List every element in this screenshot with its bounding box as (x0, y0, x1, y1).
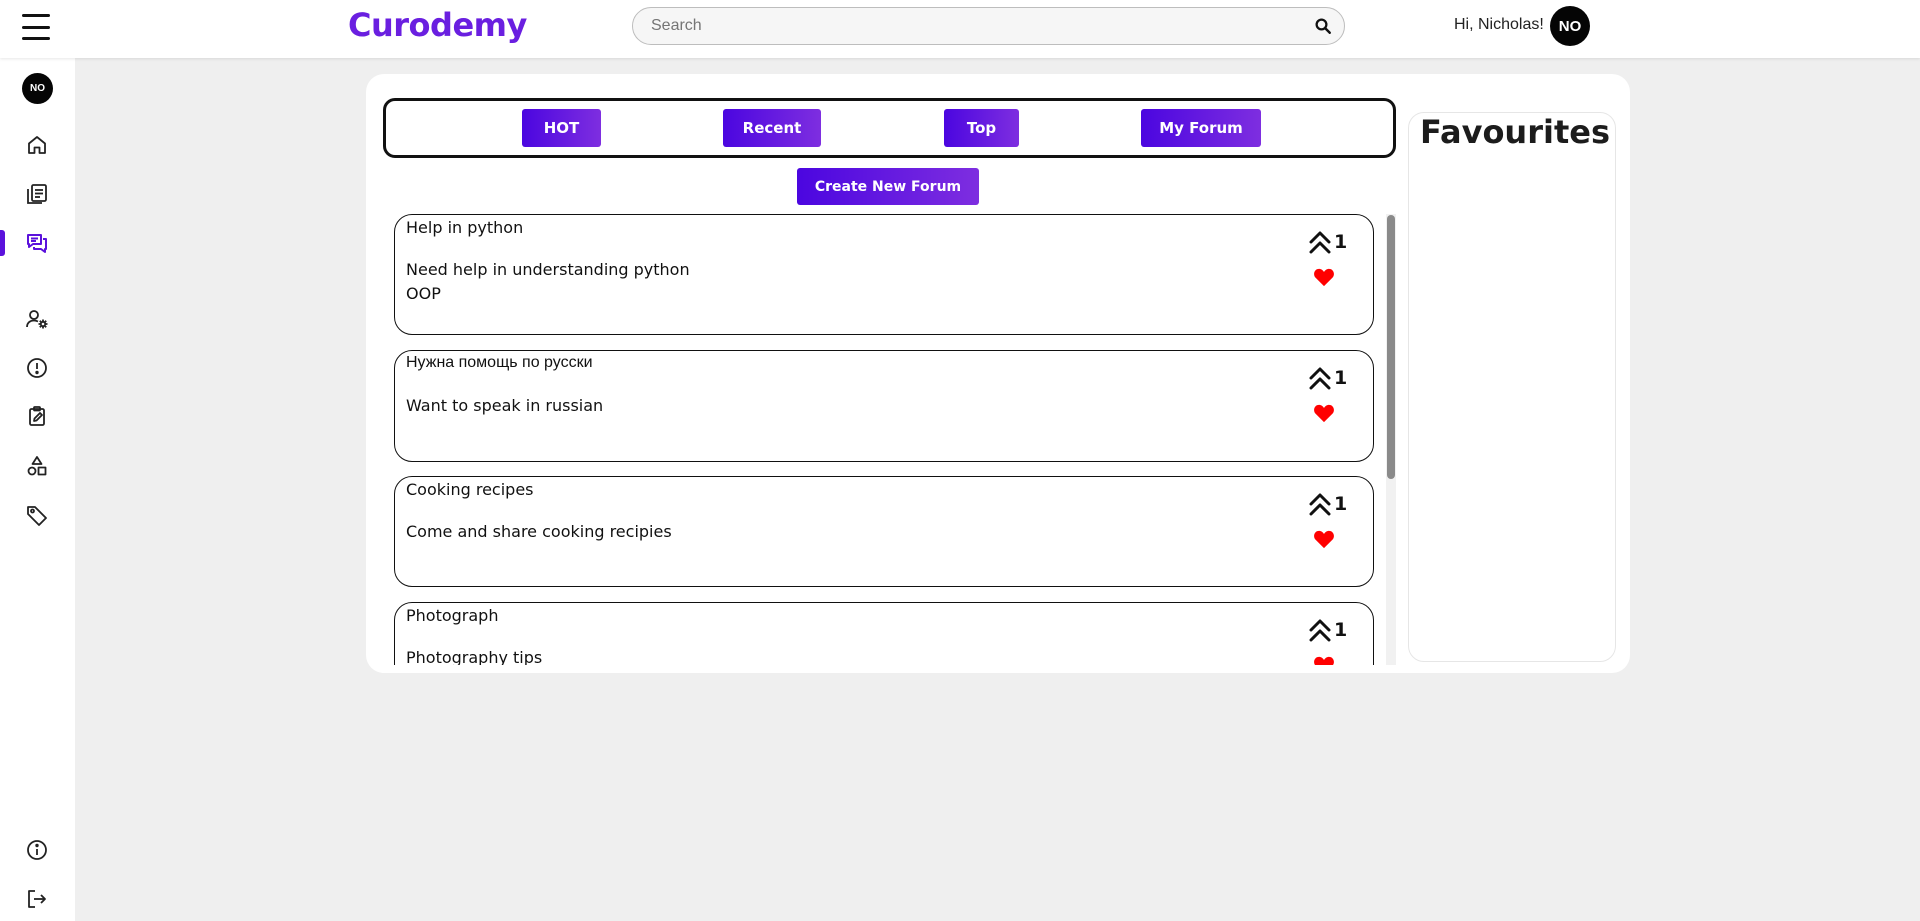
favourites-panel: Favourites (1408, 112, 1616, 662)
search-bar (632, 7, 1345, 45)
menu-icon[interactable] (22, 14, 50, 40)
heart-icon[interactable] (1313, 403, 1335, 423)
forum-list[interactable]: Help in python Need help in understandin… (393, 214, 1383, 665)
heart-icon[interactable] (1313, 655, 1335, 665)
upvote-button[interactable]: 1 (1308, 229, 1347, 255)
favourites-title: Favourites (1420, 113, 1610, 151)
forum-item[interactable]: Нужна помощь по русски Want to speak in … (394, 350, 1374, 462)
tag-icon[interactable] (24, 502, 50, 528)
forum-item[interactable]: Photograph Photography tips 1 (394, 602, 1374, 665)
app-logo[interactable]: Curodemy (348, 6, 527, 44)
forum-title: Help in python (406, 218, 524, 237)
avatar[interactable]: NO (1550, 6, 1590, 46)
filter-my-forum-button[interactable]: My Forum (1141, 109, 1261, 147)
heart-icon[interactable] (1313, 267, 1335, 287)
forum-title: Cooking recipes (406, 480, 534, 499)
forum-item[interactable]: Help in python Need help in understandin… (394, 214, 1374, 335)
home-icon[interactable] (24, 132, 50, 158)
logout-icon[interactable] (24, 886, 50, 912)
vote-count: 1 (1334, 367, 1348, 389)
user-settings-icon[interactable] (24, 306, 50, 332)
alert-icon[interactable] (24, 355, 50, 381)
info-icon[interactable] (24, 837, 50, 863)
user-greeting: Hi, Nicholas! (1454, 16, 1544, 33)
courses-icon[interactable] (24, 181, 50, 207)
vote-count: 1 (1334, 493, 1348, 515)
forum-panel: HOT Recent Top My Forum Create New Forum… (366, 74, 1630, 673)
create-forum-button[interactable]: Create New Forum (797, 168, 979, 205)
vote-count: 1 (1334, 231, 1348, 253)
search-input[interactable] (649, 8, 1289, 44)
upvote-button[interactable]: 1 (1308, 365, 1347, 391)
upvote-button[interactable]: 1 (1308, 617, 1347, 643)
filter-bar: HOT Recent Top My Forum (383, 98, 1396, 158)
filter-recent-button[interactable]: Recent (723, 109, 821, 147)
forum-title: Photograph (406, 606, 499, 625)
search-icon[interactable] (1314, 17, 1332, 35)
sidebar: NO (0, 58, 75, 921)
forum-description: Want to speak in russian (406, 396, 604, 415)
vote-count: 1 (1334, 619, 1348, 641)
filter-hot-button[interactable]: HOT (522, 109, 601, 147)
assignment-icon[interactable] (24, 403, 50, 429)
active-nav-indicator (0, 230, 5, 256)
forum-title: Нужна помощь по русски (406, 354, 593, 371)
forum-description: Come and share cooking recipies (406, 522, 672, 541)
forum-description: Need help in understanding python OOP (406, 260, 690, 303)
sidebar-avatar[interactable]: NO (22, 73, 53, 104)
double-chevron-up-icon (1309, 619, 1331, 642)
shapes-icon[interactable] (24, 453, 50, 479)
scrollbar-thumb[interactable] (1387, 215, 1395, 479)
top-bar: Curodemy Hi, Nicholas! NO (0, 0, 1920, 58)
double-chevron-up-icon (1309, 367, 1331, 390)
forum-item[interactable]: Cooking recipes Come and share cooking r… (394, 476, 1374, 587)
double-chevron-up-icon (1309, 231, 1331, 254)
double-chevron-up-icon (1309, 493, 1331, 516)
forum-description: Photography tips (406, 648, 543, 665)
upvote-button[interactable]: 1 (1308, 491, 1347, 517)
forum-icon[interactable] (24, 230, 50, 256)
heart-icon[interactable] (1313, 529, 1335, 549)
filter-top-button[interactable]: Top (944, 109, 1019, 147)
